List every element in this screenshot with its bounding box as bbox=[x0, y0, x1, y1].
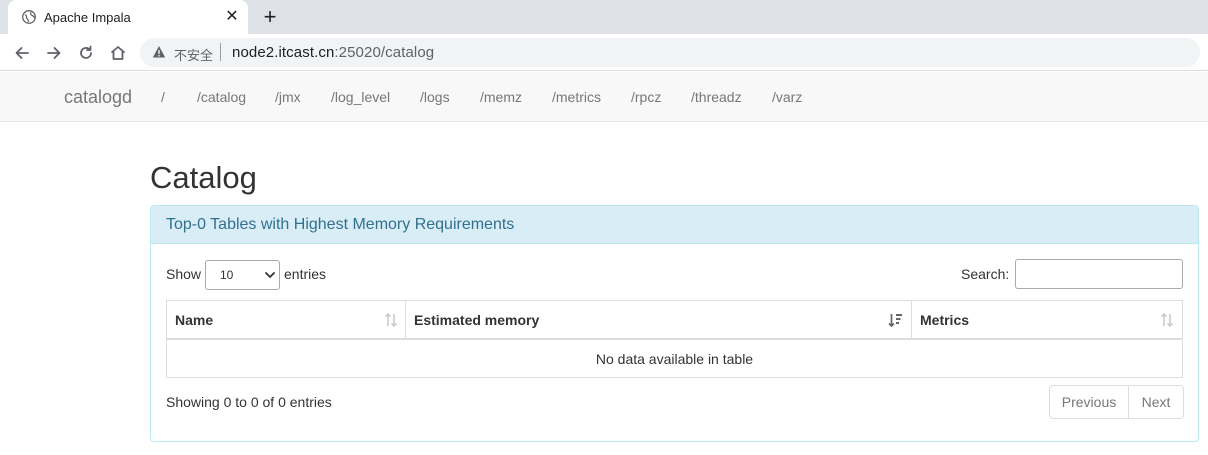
memory-panel: Top-0 Tables with Highest Memory Require… bbox=[150, 205, 1199, 442]
sort-both-icon bbox=[384, 312, 398, 328]
entries-label: entries bbox=[284, 266, 327, 282]
page-title: Catalog bbox=[150, 160, 257, 195]
nav-link-logs[interactable]: /logs bbox=[420, 89, 450, 105]
back-icon[interactable] bbox=[10, 41, 34, 65]
address-bar[interactable]: 不安全 node2.itcast.cn:25020/catalog bbox=[140, 38, 1200, 67]
home-icon[interactable] bbox=[106, 41, 130, 65]
close-icon[interactable]: ✕ bbox=[224, 8, 240, 25]
forward-icon[interactable] bbox=[42, 41, 66, 65]
reload-icon[interactable] bbox=[74, 41, 98, 65]
insecure-label[interactable]: 不安全 bbox=[174, 45, 213, 64]
entries-length-value: 10 bbox=[220, 268, 234, 282]
sort-desc-icon bbox=[888, 314, 902, 328]
panel-heading: Top-0 Tables with Highest Memory Require… bbox=[151, 206, 1198, 244]
table-info: Showing 0 to 0 of 0 entries bbox=[166, 394, 332, 410]
globe-icon bbox=[22, 10, 36, 24]
url-path: :25020/catalog bbox=[334, 44, 435, 61]
search-label: Search: bbox=[961, 266, 1010, 282]
nav-link-memz[interactable]: /memz bbox=[480, 89, 522, 105]
browser-tabstrip: Apache Impala ✕ + bbox=[0, 0, 1208, 34]
sort-both-icon bbox=[1160, 312, 1174, 328]
entries-length-select[interactable]: 10 bbox=[205, 260, 280, 290]
new-tab-button[interactable]: + bbox=[258, 4, 282, 29]
chevron-down-icon bbox=[265, 272, 275, 278]
pagination: Previous Next bbox=[1049, 385, 1184, 419]
app-navbar: catalogd / /catalog /jmx /log_level /log… bbox=[0, 72, 1208, 122]
url-text[interactable]: node2.itcast.cn:25020/catalog bbox=[232, 44, 434, 61]
nav-link-catalog[interactable]: /catalog bbox=[197, 89, 246, 105]
table-header: Name Estimated memory Metrics bbox=[166, 300, 1183, 340]
address-separator bbox=[220, 43, 221, 61]
nav-link-varz[interactable]: /varz bbox=[772, 89, 802, 105]
url-host: node2.itcast.cn bbox=[232, 44, 335, 61]
nav-link-metrics[interactable]: /metrics bbox=[552, 89, 601, 105]
show-label: Show bbox=[166, 266, 202, 282]
column-label: Name bbox=[175, 312, 214, 328]
warning-icon[interactable] bbox=[152, 45, 166, 59]
table-body: No data available in table bbox=[166, 340, 1183, 378]
browser-toolbar: 不安全 node2.itcast.cn:25020/catalog bbox=[0, 34, 1208, 71]
next-button[interactable]: Next bbox=[1129, 386, 1183, 418]
nav-link-root[interactable]: / bbox=[161, 89, 165, 105]
panel-title: Top-0 Tables with Highest Memory Require… bbox=[166, 216, 515, 233]
column-label: Metrics bbox=[920, 312, 970, 328]
empty-table-message: No data available in table bbox=[595, 351, 754, 367]
previous-button[interactable]: Previous bbox=[1050, 386, 1129, 418]
column-header-name[interactable]: Name bbox=[167, 301, 406, 339]
search-input[interactable] bbox=[1015, 259, 1183, 289]
column-header-estimated-memory[interactable]: Estimated memory bbox=[406, 301, 912, 339]
nav-link-threadz[interactable]: /threadz bbox=[691, 89, 742, 105]
tab-title: Apache Impala bbox=[44, 10, 131, 25]
nav-link-rpcz[interactable]: /rpcz bbox=[631, 89, 661, 105]
navbar-brand[interactable]: catalogd bbox=[64, 87, 132, 108]
nav-link-log-level[interactable]: /log_level bbox=[331, 89, 390, 105]
nav-link-jmx[interactable]: /jmx bbox=[275, 89, 301, 105]
column-label: Estimated memory bbox=[414, 312, 540, 328]
column-header-metrics[interactable]: Metrics bbox=[912, 301, 1182, 339]
browser-tab[interactable]: Apache Impala ✕ bbox=[8, 0, 248, 34]
